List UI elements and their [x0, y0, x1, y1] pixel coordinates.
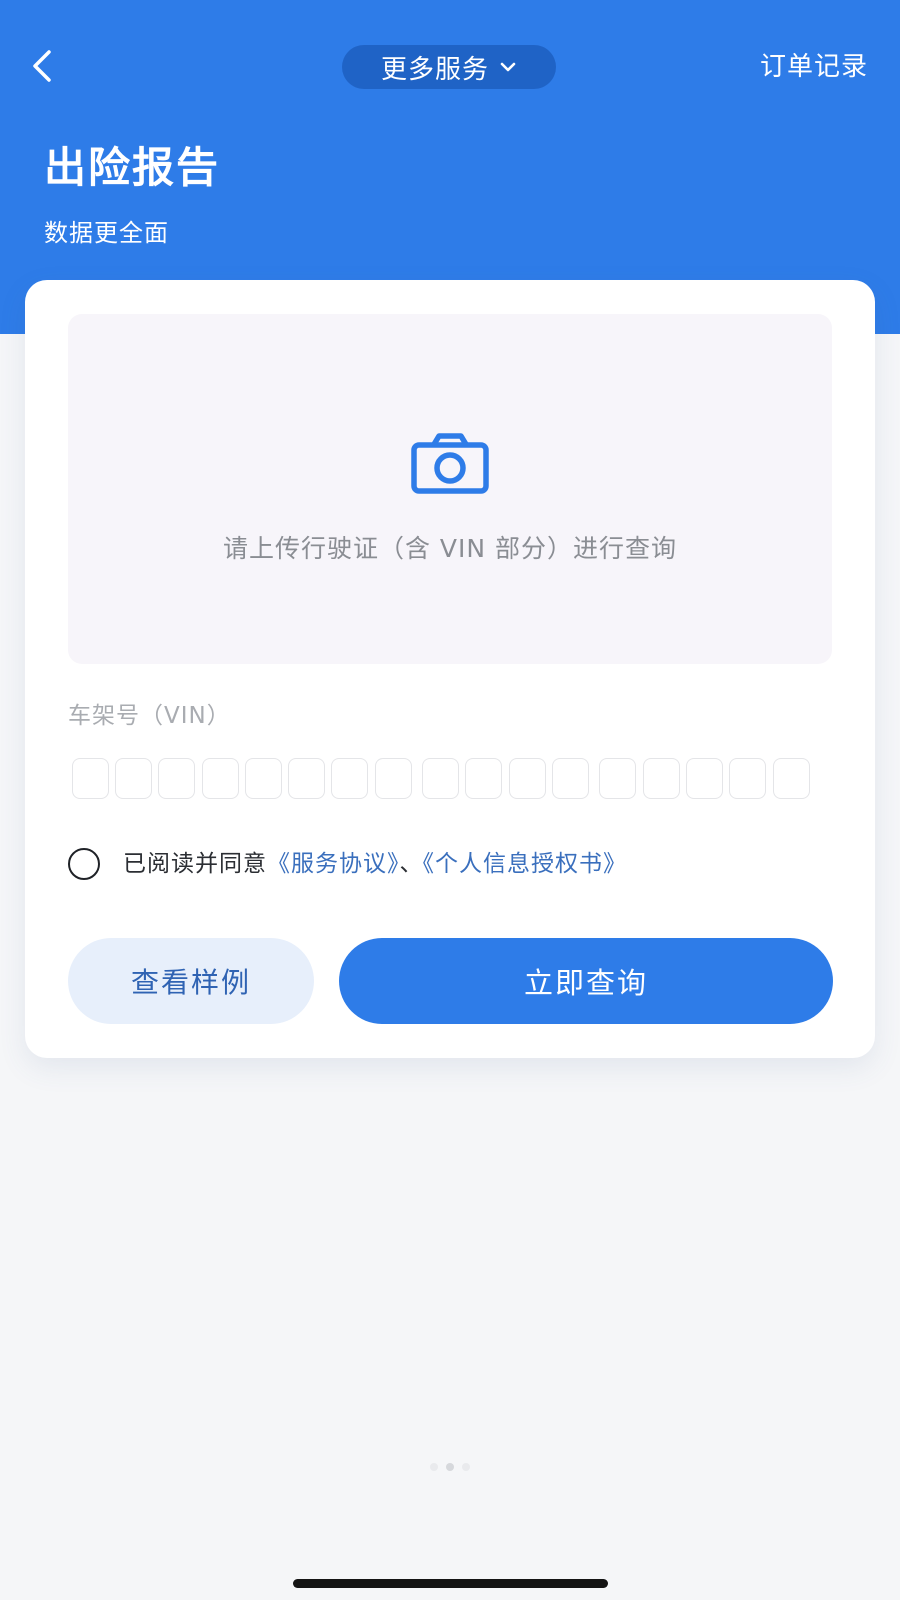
page-title: 出险报告: [44, 143, 221, 192]
vin-char-box[interactable]: [643, 758, 680, 799]
page-subtitle: 数据更全面: [44, 219, 169, 247]
vin-char-box[interactable]: [331, 758, 368, 799]
vin-char-box[interactable]: [72, 758, 109, 799]
page-indicator: [412, 1462, 488, 1472]
privacy-authorization-link[interactable]: 《个人信息授权书》: [423, 851, 628, 877]
vin-char-box[interactable]: [509, 758, 546, 799]
service-agreement-link[interactable]: 《服务协议》: [267, 851, 400, 877]
vin-char-box[interactable]: [773, 758, 810, 799]
order-records-link[interactable]: 订单记录: [760, 48, 868, 86]
vin-char-box[interactable]: [202, 758, 239, 799]
view-sample-button[interactable]: 查看样例: [68, 938, 314, 1024]
agreement-separator: 、: [399, 851, 423, 877]
vin-char-box[interactable]: [729, 758, 766, 799]
query-now-button[interactable]: 立即查询: [339, 938, 833, 1024]
chevron-down-icon: [500, 62, 516, 72]
vin-label: 车架号（VIN）: [68, 703, 231, 729]
vin-char-box[interactable]: [552, 758, 589, 799]
vin-char-box[interactable]: [686, 758, 723, 799]
upload-hint: 请上传行驶证（含 VIN 部分）进行查询: [222, 534, 678, 563]
page-dot-active: [446, 1463, 454, 1471]
query-card: 请上传行驶证（含 VIN 部分）进行查询 车架号（VIN） 已阅读并同意《服务协…: [25, 280, 875, 1058]
more-services-dropdown[interactable]: 更多服务: [342, 45, 556, 89]
vin-char-box[interactable]: [422, 758, 459, 799]
vin-char-box[interactable]: [115, 758, 152, 799]
vin-char-box[interactable]: [288, 758, 325, 799]
vin-char-box[interactable]: [245, 758, 282, 799]
page-dot: [430, 1463, 438, 1471]
vin-char-box[interactable]: [158, 758, 195, 799]
more-services-label: 更多服务: [380, 54, 489, 85]
home-indicator[interactable]: [293, 1579, 608, 1588]
agreement-checkbox[interactable]: [68, 848, 100, 880]
back-button[interactable]: [20, 44, 64, 88]
agreement-prefix: 已阅读并同意: [123, 851, 267, 877]
camera-icon: [411, 433, 489, 494]
agreement-text-row: 已阅读并同意《服务协议》、《个人信息授权书》: [123, 846, 627, 882]
vin-char-box[interactable]: [599, 758, 636, 799]
page-dot: [462, 1463, 470, 1471]
chevron-left-icon: [33, 50, 51, 82]
vin-char-box[interactable]: [375, 758, 412, 799]
vin-char-box[interactable]: [465, 758, 502, 799]
upload-license-area[interactable]: 请上传行驶证（含 VIN 部分）进行查询: [68, 314, 832, 664]
